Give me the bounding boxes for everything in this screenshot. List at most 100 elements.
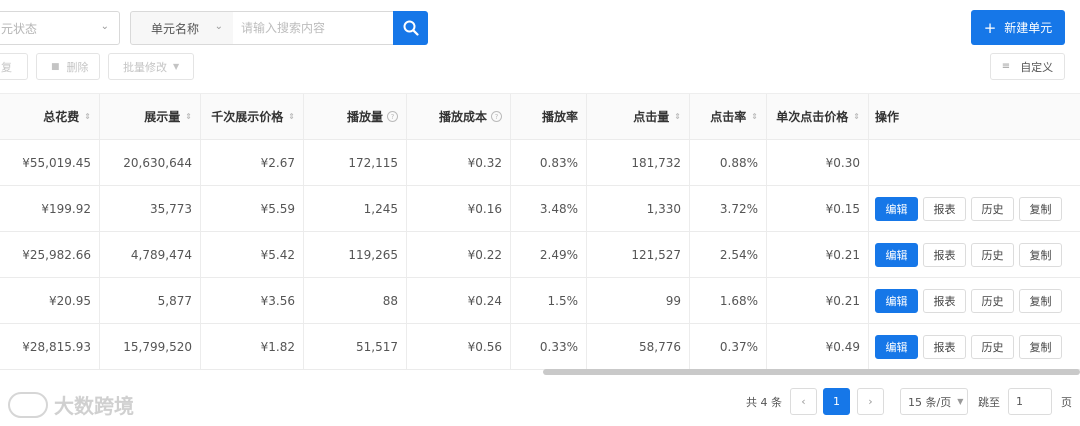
table-cell: 35,773: [100, 186, 201, 231]
sort-icon: ⇕: [288, 111, 295, 121]
help-icon[interactable]: ?: [387, 111, 398, 122]
chevron-down-icon: ⌄: [214, 21, 223, 32]
sort-icon: ⇕: [84, 111, 91, 121]
report-button[interactable]: 报表: [923, 334, 966, 359]
table-cell: ¥5.59: [201, 186, 304, 231]
copy-button[interactable]: 复制: [1019, 196, 1062, 221]
new-unit-button[interactable]: + 新建单元: [971, 10, 1065, 45]
watermark: 大数跨境: [8, 390, 134, 419]
caret-down-icon: ▼: [173, 62, 180, 71]
actions-cell: [869, 140, 1080, 185]
history-button[interactable]: 历史: [971, 288, 1014, 313]
history-button[interactable]: 历史: [971, 196, 1014, 221]
page-size-label: 15 条/页: [908, 395, 952, 409]
report-button[interactable]: 报表: [923, 288, 966, 313]
copy-button[interactable]: 复制: [1019, 334, 1062, 359]
header-cpc[interactable]: 单次点击价格 ⇕: [767, 94, 869, 139]
header-play-cost[interactable]: 播放成本?: [407, 94, 511, 139]
page-button-current[interactable]: 1: [823, 388, 850, 415]
table-cell: ¥0.32: [407, 140, 511, 185]
table-cell: 3.72%: [690, 186, 767, 231]
page-size-select[interactable]: 15 条/页 ▼: [900, 388, 968, 415]
plus-icon: +: [983, 18, 997, 37]
edit-button[interactable]: 编辑: [875, 334, 918, 359]
table-cell: ¥0.56: [407, 324, 511, 369]
help-icon[interactable]: ?: [491, 111, 502, 122]
next-page-button[interactable]: ›: [857, 388, 884, 415]
new-unit-label: 新建单元: [1004, 21, 1053, 35]
table-cell: 181,732: [587, 140, 690, 185]
actions-cell: 编辑 报表 历史 复制: [869, 186, 1080, 231]
pagination-total: 共 4 条: [746, 396, 782, 409]
table-cell: ¥55,019.45: [0, 140, 100, 185]
report-button[interactable]: 报表: [923, 196, 966, 221]
search-button[interactable]: [393, 11, 428, 45]
table-cell: 119,265: [304, 232, 407, 277]
header-ctr[interactable]: 点击率 ⇕: [690, 94, 767, 139]
table-cell: ¥0.49: [767, 324, 869, 369]
table-cell: ¥2.67: [201, 140, 304, 185]
history-button[interactable]: 历史: [971, 334, 1014, 359]
watermark-logo-icon: [8, 391, 48, 418]
copy-button[interactable]: 复制: [1019, 242, 1062, 267]
table-cell: ¥20.95: [0, 278, 100, 323]
table-row: ¥28,815.93 15,799,520 ¥1.82 51,517 ¥0.56 0.33…: [0, 324, 1080, 370]
table-cell: 4,789,474: [100, 232, 201, 277]
batch-edit-label: 批量修改: [123, 60, 167, 74]
duplicate-button[interactable]: 复: [0, 53, 28, 80]
search-input[interactable]: [233, 11, 394, 45]
search-field-label: 单元名称: [151, 21, 200, 36]
search-field-select[interactable]: 单元名称 ⌄: [130, 11, 234, 45]
header-total-cost[interactable]: 总花费 ⇕: [0, 94, 100, 139]
actions-cell: 编辑 报表 历史 复制: [869, 324, 1080, 369]
batch-edit-button[interactable]: 批量修改 ▼: [108, 53, 194, 80]
table-cell: 1.68%: [690, 278, 767, 323]
table-cell: ¥0.16: [407, 186, 511, 231]
table-cell: 3.48%: [511, 186, 587, 231]
prev-page-button[interactable]: ‹: [790, 388, 817, 415]
customize-columns-button[interactable]: ≡ 自定义: [990, 53, 1065, 80]
header-label: 播放量: [346, 110, 383, 124]
header-plays[interactable]: 播放量?: [304, 94, 407, 139]
edit-button[interactable]: 编辑: [875, 288, 918, 313]
delete-label: 删除: [66, 60, 89, 74]
header-impressions[interactable]: 展示量 ⇕: [100, 94, 201, 139]
table-cell: 20,630,644: [100, 140, 201, 185]
table-cell: 2.54%: [690, 232, 767, 277]
actions-cell: 编辑 报表 历史 复制: [869, 232, 1080, 277]
jump-label: 跳至: [978, 396, 1000, 409]
jump-page-input[interactable]: [1008, 388, 1052, 415]
header-cpm[interactable]: 千次展示价格 ⇕: [201, 94, 304, 139]
table-row: ¥199.92 35,773 ¥5.59 1,245 ¥0.16 3.48% 1,330 3.…: [0, 186, 1080, 232]
edit-button[interactable]: 编辑: [875, 196, 918, 221]
table-header-row: 总花费 ⇕ 展示量 ⇕ 千次展示价格 ⇕ 播放量? 播放成本? 播放率 点击量 ⇕ 点击…: [0, 94, 1080, 140]
table-cell: ¥28,815.93: [0, 324, 100, 369]
watermark-text: 大数跨境: [54, 394, 134, 418]
table-cell: 2.49%: [511, 232, 587, 277]
delete-button[interactable]: ■ 删除: [36, 53, 100, 80]
table-cell: 15,799,520: [100, 324, 201, 369]
header-label: 点击量: [633, 110, 670, 124]
horizontal-scrollbar[interactable]: [543, 369, 1080, 375]
sort-icon: ⇕: [185, 111, 192, 121]
header-label: 点击率: [710, 110, 747, 124]
header-label: 单次点击价格: [776, 110, 849, 124]
status-select[interactable]: 元状态 ⌄: [0, 11, 120, 45]
table-cell: ¥0.21: [767, 232, 869, 277]
edit-button[interactable]: 编辑: [875, 242, 918, 267]
chevron-down-icon: ⌄: [100, 21, 109, 32]
header-clicks[interactable]: 点击量 ⇕: [587, 94, 690, 139]
table-cell: ¥199.92: [0, 186, 100, 231]
table-cell: ¥5.42: [201, 232, 304, 277]
table-cell: 5,877: [100, 278, 201, 323]
history-button[interactable]: 历史: [971, 242, 1014, 267]
table-cell: 58,776: [587, 324, 690, 369]
duplicate-label: 复: [1, 60, 12, 74]
header-label: 操作: [875, 110, 900, 124]
copy-button[interactable]: 复制: [1019, 288, 1062, 313]
table-cell: 51,517: [304, 324, 407, 369]
header-label: 千次展示价格: [211, 110, 284, 124]
table-cell: ¥25,982.66: [0, 232, 100, 277]
report-button[interactable]: 报表: [923, 242, 966, 267]
header-label: 播放成本: [438, 110, 487, 124]
